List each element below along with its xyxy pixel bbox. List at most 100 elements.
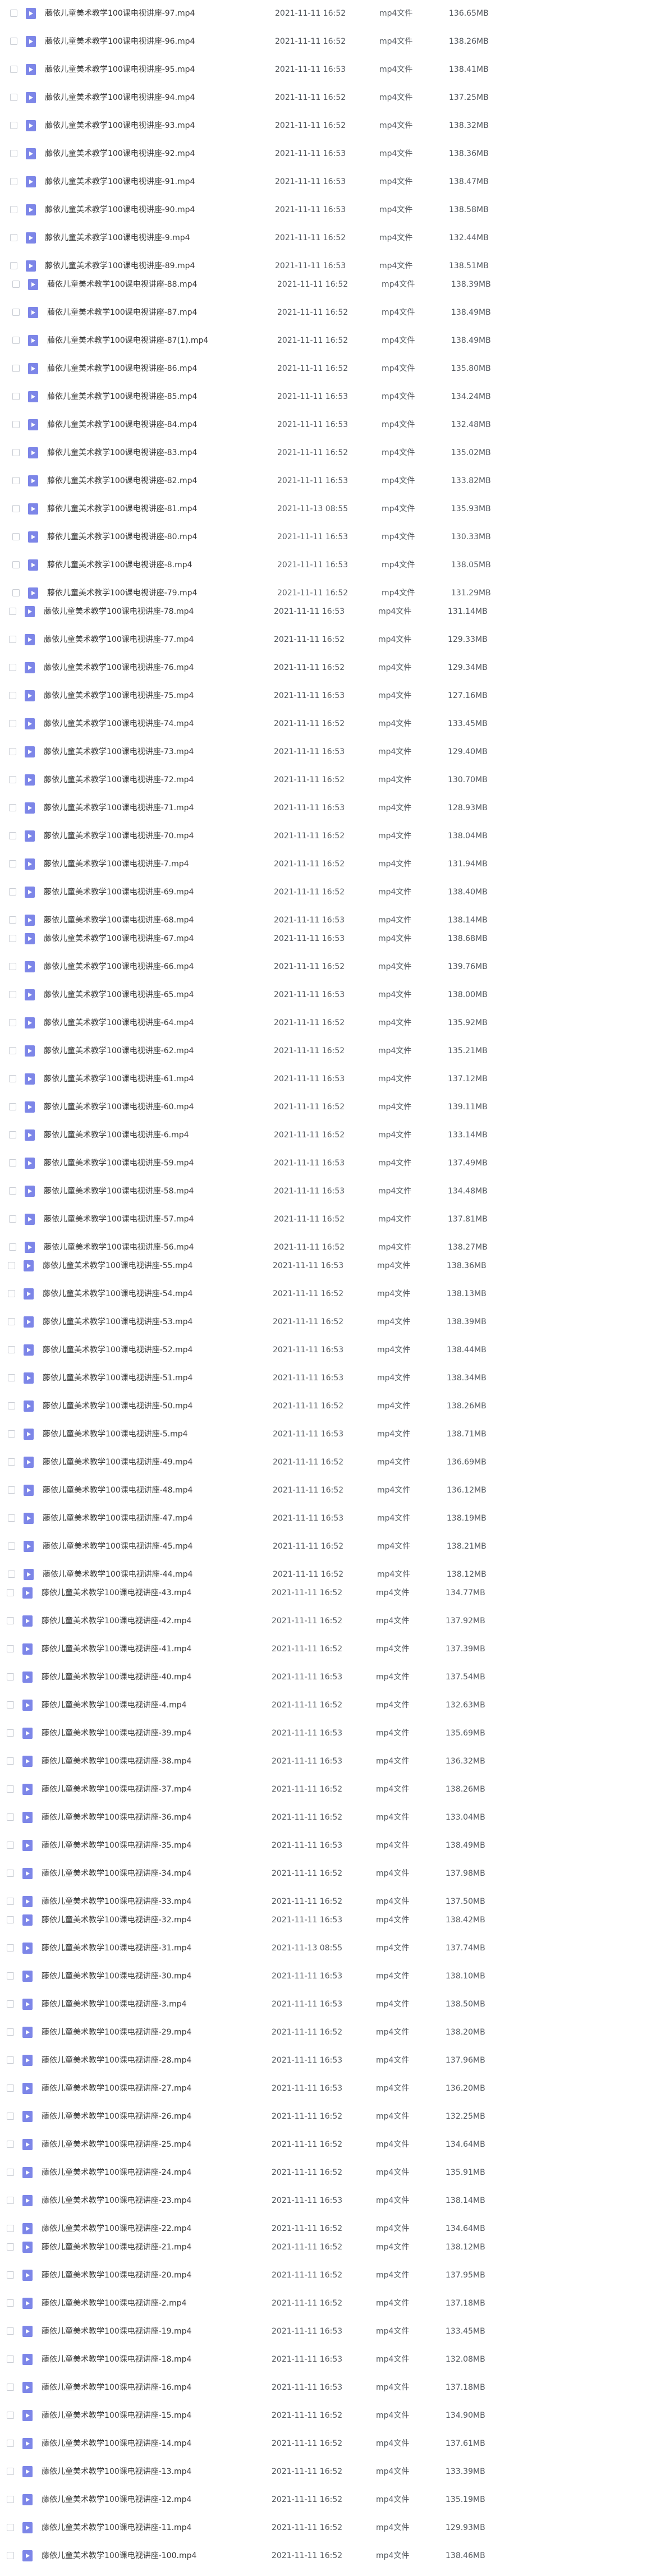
- row-checkbox[interactable]: [9, 692, 16, 699]
- file-name[interactable]: 藤依儿童美术教学100课电视讲座-18.mp4: [42, 2352, 191, 2367]
- file-row[interactable]: 藤依儿童美术教学100课电视讲座-68.mp4 2021-11-11 16:53 m…: [0, 913, 647, 927]
- row-checkbox[interactable]: [9, 636, 16, 643]
- row-checkbox[interactable]: [7, 1673, 14, 1680]
- file-row[interactable]: 藤依儿童美术教学100课电视讲座-32.mp4 2021-11-11 16:53 m…: [0, 1913, 647, 1927]
- row-checkbox[interactable]: [7, 1870, 14, 1877]
- file-row[interactable]: 藤依儿童美术教学100课电视讲座-78.mp4 2021-11-11 16:53 m…: [0, 604, 647, 619]
- row-checkbox[interactable]: [12, 477, 20, 484]
- file-row[interactable]: 藤依儿童美术教学100课电视讲座-29.mp4 2021-11-11 16:52 m…: [0, 2025, 647, 2040]
- file-name[interactable]: 藤依儿童美术教学100课电视讲座-71.mp4: [44, 801, 194, 815]
- row-checkbox[interactable]: [8, 1458, 15, 1466]
- file-name[interactable]: 藤依儿童美术教学100课电视讲座-54.mp4: [43, 1287, 192, 1301]
- file-name[interactable]: 藤依儿童美术教学100课电视讲座-23.mp4: [42, 2193, 191, 2208]
- row-checkbox[interactable]: [9, 1131, 16, 1138]
- file-name[interactable]: 藤依儿童美术教学100课电视讲座-24.mp4: [42, 2165, 191, 2180]
- file-name[interactable]: 藤依儿童美术教学100课电视讲座-61.mp4: [44, 1072, 194, 1086]
- row-checkbox[interactable]: [12, 421, 20, 428]
- file-name[interactable]: 藤依儿童美术教学100课电视讲座-75.mp4: [44, 688, 194, 703]
- file-name[interactable]: 藤依儿童美术教学100课电视讲座-97.mp4: [45, 6, 195, 21]
- file-row[interactable]: 藤依儿童美术教学100课电视讲座-36.mp4 2021-11-11 16:52 m…: [0, 1810, 647, 1825]
- file-name[interactable]: 藤依儿童美术教学100课电视讲座-44.mp4: [43, 1567, 192, 1582]
- row-checkbox[interactable]: [8, 1514, 15, 1522]
- file-row[interactable]: 藤依儿童美术教学100课电视讲座-90.mp4 2021-11-11 16:53 m…: [0, 203, 647, 217]
- file-row[interactable]: 藤依儿童美术教学100课电视讲座-25.mp4 2021-11-11 16:52 m…: [0, 2137, 647, 2152]
- file-row[interactable]: 藤依儿童美术教学100课电视讲座-87.mp4 2021-11-11 16:52 m…: [0, 305, 647, 320]
- file-name[interactable]: 藤依儿童美术教学100课电视讲座-37.mp4: [42, 1782, 191, 1797]
- file-name[interactable]: 藤依儿童美术教学100课电视讲座-28.mp4: [42, 2053, 191, 2068]
- row-checkbox[interactable]: [9, 608, 16, 615]
- file-name[interactable]: 藤依儿童美术教学100课电视讲座-81.mp4: [47, 502, 197, 516]
- file-row[interactable]: 藤依儿童美术教学100课电视讲座-57.mp4 2021-11-11 16:52 m…: [0, 1212, 647, 1227]
- file-name[interactable]: 藤依儿童美术教学100课电视讲座-66.mp4: [44, 959, 194, 974]
- file-name[interactable]: 藤依儿童美术教学100课电视讲座-87(1).mp4: [47, 333, 208, 348]
- file-name[interactable]: 藤依儿童美术教学100课电视讲座-52.mp4: [43, 1343, 192, 1357]
- row-checkbox[interactable]: [8, 1430, 15, 1438]
- file-row[interactable]: 藤依儿童美术教学100课电视讲座-91.mp4 2021-11-11 16:53 m…: [0, 175, 647, 189]
- row-checkbox[interactable]: [12, 365, 20, 372]
- row-checkbox[interactable]: [7, 2552, 14, 2559]
- file-name[interactable]: 藤依儿童美术教学100课电视讲座-2.mp4: [42, 2296, 187, 2311]
- row-checkbox[interactable]: [7, 1898, 14, 1905]
- row-checkbox[interactable]: [12, 449, 20, 456]
- file-row[interactable]: 藤依儿童美术教学100课电视讲座-86.mp4 2021-11-11 16:52 m…: [0, 361, 647, 376]
- row-checkbox[interactable]: [7, 1842, 14, 1849]
- file-name[interactable]: 藤依儿童美术教学100课电视讲座-47.mp4: [43, 1511, 192, 1526]
- file-row[interactable]: 藤依儿童美术教学100课电视讲座-83.mp4 2021-11-11 16:52 m…: [0, 446, 647, 460]
- file-name[interactable]: 藤依儿童美术教学100课电视讲座-4.mp4: [42, 1698, 187, 1712]
- file-name[interactable]: 藤依儿童美术教学100课电视讲座-31.mp4: [42, 1941, 191, 1955]
- file-name[interactable]: 藤依儿童美术教学100课电视讲座-11.mp4: [42, 2520, 191, 2535]
- file-name[interactable]: 藤依儿童美术教学100课电视讲座-89.mp4: [45, 259, 195, 273]
- file-name[interactable]: 藤依儿童美术教学100课电视讲座-85.mp4: [47, 389, 197, 404]
- row-checkbox[interactable]: [9, 1215, 16, 1223]
- row-checkbox[interactable]: [7, 2355, 14, 2363]
- file-name[interactable]: 藤依儿童美术教学100课电视讲座-22.mp4: [42, 2221, 191, 2236]
- file-name[interactable]: 藤依儿童美术教学100课电视讲座-7.mp4: [44, 857, 189, 871]
- file-name[interactable]: 藤依儿童美术教学100课电视讲座-60.mp4: [44, 1100, 194, 1114]
- file-name[interactable]: 藤依儿童美术教学100课电视讲座-42.mp4: [42, 1614, 191, 1628]
- row-checkbox[interactable]: [9, 1103, 16, 1110]
- file-row[interactable]: 藤依儿童美术教学100课电视讲座-24.mp4 2021-11-11 16:52 m…: [0, 2165, 647, 2180]
- file-row[interactable]: 藤依儿童美术教学100课电视讲座-3.mp4 2021-11-11 16:53 mp…: [0, 1997, 647, 2012]
- file-name[interactable]: 藤依儿童美术教学100课电视讲座-38.mp4: [42, 1754, 191, 1769]
- row-checkbox[interactable]: [10, 178, 17, 185]
- row-checkbox[interactable]: [9, 748, 16, 755]
- file-name[interactable]: 藤依儿童美术教学100课电视讲座-43.mp4: [42, 1586, 191, 1600]
- file-row[interactable]: 藤依儿童美术教学100课电视讲座-16.mp4 2021-11-11 16:53 m…: [0, 2380, 647, 2395]
- file-row[interactable]: 藤依儿童美术教学100课电视讲座-77.mp4 2021-11-11 16:52 m…: [0, 632, 647, 647]
- file-row[interactable]: 藤依儿童美术教学100课电视讲座-6.mp4 2021-11-11 16:52 mp…: [0, 1128, 647, 1142]
- row-checkbox[interactable]: [9, 860, 16, 867]
- row-checkbox[interactable]: [7, 2028, 14, 2036]
- file-name[interactable]: 藤依儿童美术教学100课电视讲座-30.mp4: [42, 1969, 191, 1983]
- row-checkbox[interactable]: [7, 1645, 14, 1652]
- file-row[interactable]: 藤依儿童美术教学100课电视讲座-82.mp4 2021-11-11 16:53 m…: [0, 474, 647, 488]
- file-row[interactable]: 藤依儿童美术教学100课电视讲座-69.mp4 2021-11-11 16:52 m…: [0, 885, 647, 899]
- row-checkbox[interactable]: [7, 1916, 14, 1923]
- file-name[interactable]: 藤依儿童美术教学100课电视讲座-16.mp4: [42, 2380, 191, 2395]
- file-row[interactable]: 藤依儿童美术教学100课电视讲座-37.mp4 2021-11-11 16:52 m…: [0, 1782, 647, 1797]
- file-row[interactable]: 藤依儿童美术教学100课电视讲座-65.mp4 2021-11-11 16:53 m…: [0, 988, 647, 1002]
- file-name[interactable]: 藤依儿童美术教学100课电视讲座-69.mp4: [44, 885, 194, 899]
- row-checkbox[interactable]: [8, 1542, 15, 1550]
- file-name[interactable]: 藤依儿童美术教学100课电视讲座-15.mp4: [42, 2408, 191, 2423]
- file-row[interactable]: 藤依儿童美术教学100课电视讲座-14.mp4 2021-11-11 16:52 m…: [0, 2436, 647, 2451]
- file-row[interactable]: 藤依儿童美术教学100课电视讲座-52.mp4 2021-11-11 16:53 m…: [0, 1343, 647, 1357]
- file-name[interactable]: 藤依儿童美术教学100课电视讲座-74.mp4: [44, 717, 194, 731]
- file-row[interactable]: 藤依儿童美术教学100课电视讲座-73.mp4 2021-11-11 16:53 m…: [0, 745, 647, 759]
- file-name[interactable]: 藤依儿童美术教学100课电视讲座-86.mp4: [47, 361, 197, 376]
- row-checkbox[interactable]: [9, 916, 16, 924]
- file-row[interactable]: 藤依儿童美术教学100课电视讲座-54.mp4 2021-11-11 16:52 m…: [0, 1287, 647, 1301]
- row-checkbox[interactable]: [8, 1486, 15, 1494]
- file-row[interactable]: 藤依儿童美术教学100课电视讲座-12.mp4 2021-11-11 16:52 m…: [0, 2492, 647, 2507]
- row-checkbox[interactable]: [10, 206, 17, 213]
- row-checkbox[interactable]: [9, 832, 16, 839]
- file-name[interactable]: 藤依儿童美术教学100课电视讲座-51.mp4: [43, 1371, 192, 1385]
- row-checkbox[interactable]: [9, 888, 16, 896]
- file-row[interactable]: 藤依儿童美术教学100课电视讲座-87(1).mp4 2021-11-11 16:…: [0, 333, 647, 348]
- file-row[interactable]: 藤依儿童美术教学100课电视讲座-39.mp4 2021-11-11 16:53 m…: [0, 1726, 647, 1741]
- row-checkbox[interactable]: [8, 1290, 15, 1297]
- file-row[interactable]: 藤依儿童美术教学100课电视讲座-48.mp4 2021-11-11 16:52 m…: [0, 1483, 647, 1498]
- file-name[interactable]: 藤依儿童美术教学100课电视讲座-95.mp4: [45, 62, 195, 77]
- file-row[interactable]: 藤依儿童美术教学100课电视讲座-64.mp4 2021-11-11 16:52 m…: [0, 1016, 647, 1030]
- row-checkbox[interactable]: [12, 281, 20, 288]
- file-row[interactable]: 藤依儿童美术教学100课电视讲座-50.mp4 2021-11-11 16:52 m…: [0, 1399, 647, 1413]
